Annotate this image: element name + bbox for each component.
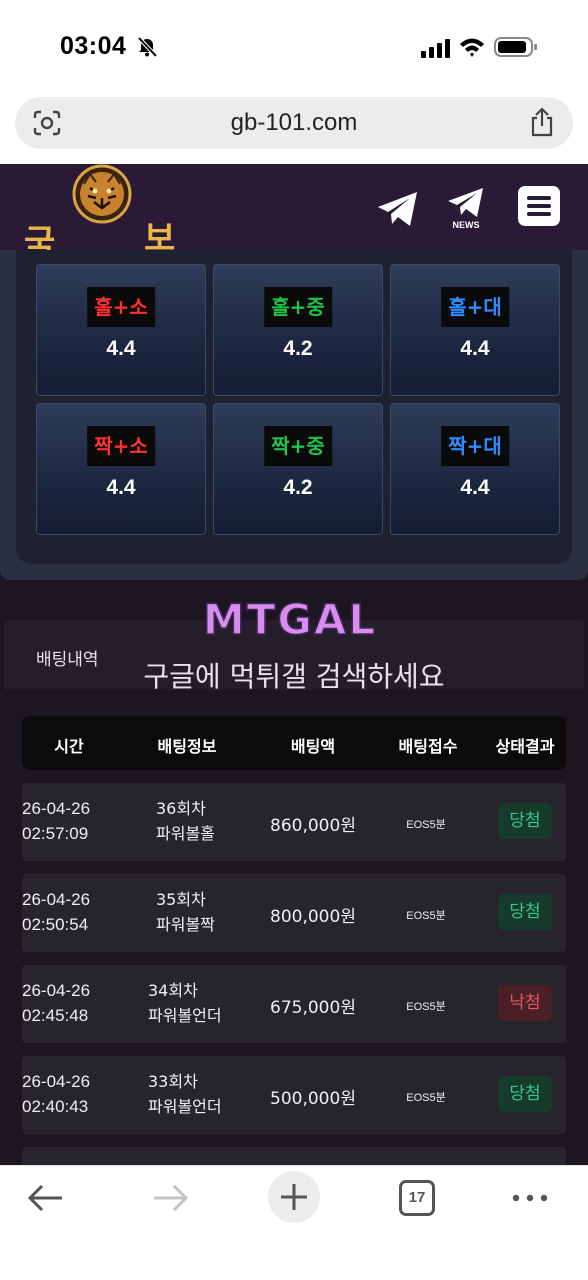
- header-bet-type: 배팅접수: [398, 737, 458, 756]
- watermark-search-text: 구글에 먹튀갤 검색하세요: [143, 660, 445, 693]
- row-round: 34회차: [148, 981, 198, 1000]
- bet-option-odds: 4.4: [106, 476, 136, 499]
- news-label: NEWS: [453, 220, 480, 230]
- row-date: 26-04-26: [22, 1072, 91, 1091]
- row-time: 02:57:09: [22, 824, 89, 843]
- row-type: EOS5분: [406, 1092, 446, 1104]
- result-badge: 당첨: [498, 803, 552, 839]
- bet-option-label: 짝+소: [87, 426, 155, 466]
- header-bet-amount: 배팅액: [290, 737, 336, 756]
- cellular-signal-icon: [421, 39, 450, 58]
- row-date: 26-04-26: [22, 799, 91, 818]
- telegram-icon[interactable]: [376, 190, 420, 228]
- mtgal-watermark-logo: MTGAL: [202, 596, 377, 642]
- bet-option-label: 홀+소: [87, 287, 155, 327]
- result-badge: 당첨: [498, 1076, 552, 1112]
- telegram-news-icon[interactable]: NEWS: [446, 186, 486, 230]
- bet-option-odds: 4.4: [106, 337, 136, 360]
- row-round: 35회차: [156, 890, 206, 909]
- row-pick: 파워볼홀: [156, 824, 215, 843]
- row-amount: 500,000원: [270, 1089, 356, 1109]
- bet-option-label: 짝+중: [264, 426, 332, 466]
- status-time: 03:04: [60, 32, 127, 60]
- bet-option-odds: 4.2: [283, 476, 313, 499]
- battery-icon: [494, 37, 537, 57]
- bet-option-label: 홀+중: [264, 287, 332, 327]
- wifi-icon: [460, 38, 484, 57]
- row-time: 02:50:54: [22, 915, 89, 934]
- row-type: EOS5분: [406, 819, 446, 831]
- menu-bar-icon: [527, 196, 551, 200]
- plus-icon: [281, 1184, 307, 1210]
- header-time: 시간: [54, 737, 84, 756]
- more-options-icon[interactable]: [510, 1188, 550, 1208]
- row-round: 33회차: [148, 1072, 198, 1091]
- bet-option-even-small[interactable]: 짝+소 4.4: [36, 403, 206, 535]
- bet-option-odds: 4.4: [460, 337, 490, 360]
- row-type: EOS5분: [406, 1001, 446, 1013]
- tiger-emblem-logo[interactable]: [70, 164, 134, 224]
- menu-bar-icon: [527, 204, 551, 208]
- table-row[interactable]: [22, 1147, 566, 1167]
- row-pick: 파워볼언더: [148, 1006, 222, 1025]
- bet-option-odds: 4.4: [460, 476, 490, 499]
- menu-bar-icon: [527, 212, 551, 216]
- row-time: 02:45:48: [22, 1006, 89, 1025]
- bet-option-even-medium[interactable]: 짝+중 4.2: [213, 403, 383, 535]
- bet-option-odds: 4.2: [283, 337, 313, 360]
- bet-option-label: 홀+대: [441, 287, 509, 327]
- tabs-button[interactable]: 17: [399, 1180, 435, 1216]
- mtgal-logo-text: MTGAL: [203, 596, 377, 642]
- menu-button[interactable]: [518, 186, 560, 226]
- row-time: 02:40:43: [22, 1097, 89, 1116]
- row-date: 26-04-26: [22, 981, 91, 1000]
- row-amount: 860,000원: [270, 816, 356, 836]
- bet-option-odd-large[interactable]: 홀+대 4.4: [390, 264, 560, 396]
- bet-options-grid: 홀+소 4.4 홀+중 4.2 홀+대 4.4 짝+소 4.4 짝+중 4.2 …: [16, 250, 572, 564]
- forward-arrow-icon[interactable]: [150, 1180, 190, 1216]
- row-type: EOS5분: [406, 910, 446, 922]
- status-bar: 03:04: [0, 0, 588, 95]
- bet-option-label: 짝+대: [441, 426, 509, 466]
- back-arrow-icon[interactable]: [26, 1180, 66, 1216]
- url-text[interactable]: gb-101.com: [15, 109, 573, 137]
- bet-option-even-large[interactable]: 짝+대 4.4: [390, 403, 560, 535]
- address-bar[interactable]: gb-101.com: [15, 97, 573, 149]
- bet-option-odd-small[interactable]: 홀+소 4.4: [36, 264, 206, 396]
- row-pick: 파워볼언더: [148, 1097, 222, 1116]
- header-result: 상태결과: [495, 737, 555, 756]
- result-badge: 당첨: [498, 894, 552, 930]
- row-amount: 800,000원: [270, 907, 356, 927]
- header-bet-info: 배팅정보: [157, 737, 217, 756]
- new-tab-button[interactable]: [268, 1171, 320, 1223]
- result-badge: 낙첨: [498, 985, 552, 1021]
- share-icon[interactable]: [529, 107, 555, 137]
- bet-option-odd-medium[interactable]: 홀+중 4.2: [213, 264, 383, 396]
- bell-muted-icon: [137, 36, 158, 58]
- row-date: 26-04-26: [22, 890, 91, 909]
- row-amount: 675,000원: [270, 998, 356, 1018]
- row-round: 36회차: [156, 799, 206, 818]
- row-pick: 파워볼짝: [156, 915, 215, 934]
